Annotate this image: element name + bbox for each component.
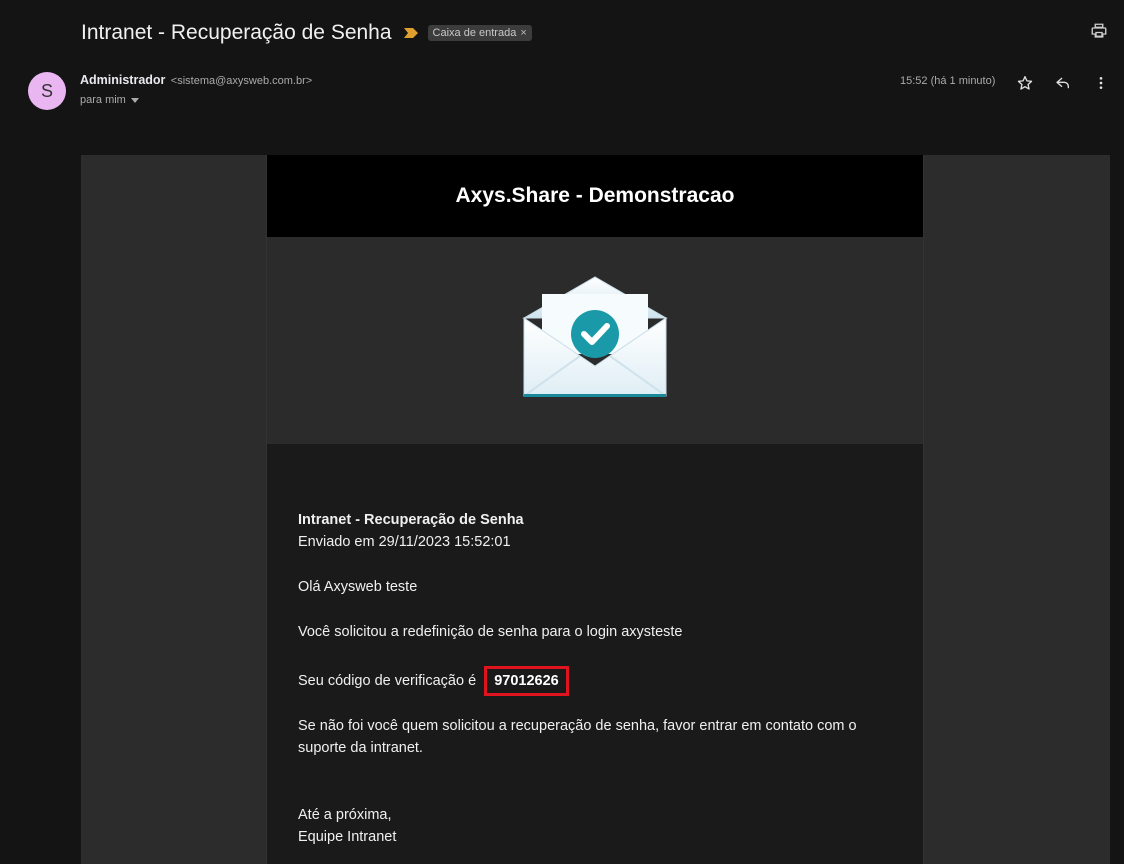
message-body-frame: Axys.Share - Demonstracao Intranet - Rec…: [81, 155, 1110, 864]
message-greeting: Olá Axysweb teste: [298, 579, 418, 595]
message-content: Axys.Share - Demonstracao Intranet - Rec…: [266, 155, 924, 864]
inbox-label-chip[interactable]: Caixa de entrada ×: [427, 25, 532, 41]
recipient-details-toggle[interactable]: para mim: [80, 94, 139, 106]
important-marker-icon[interactable]: [403, 28, 418, 38]
timestamp: 15:52 (há 1 minuto): [900, 75, 996, 87]
verification-line: Seu código de verificação é 97012626: [298, 666, 892, 696]
reply-button[interactable]: [1053, 73, 1073, 93]
star-button[interactable]: [1015, 73, 1035, 93]
print-button[interactable]: [1090, 22, 1110, 42]
more-options-button[interactable]: [1091, 73, 1111, 93]
remove-label-button[interactable]: ×: [520, 27, 526, 39]
chevron-down-icon: [130, 97, 139, 103]
message-title: Intranet - Recuperação de Senha: [298, 512, 524, 528]
message-text: Intranet - Recuperação de Senha Enviado …: [267, 444, 923, 848]
sender-name[interactable]: Administrador: [80, 73, 165, 87]
message-sent-date: Enviado em 29/11/2023 15:52:01: [298, 534, 511, 550]
message-header: Axys.Share - Demonstracao: [267, 155, 923, 237]
sender-email: <sistema@axysweb.com.br>: [170, 75, 313, 87]
verification-code: 97012626: [484, 666, 569, 696]
more-vert-icon: [1099, 77, 1103, 89]
inbox-label-text: Caixa de entrada: [432, 27, 517, 39]
subject-row: Intranet - Recuperação de Senha Caixa de…: [81, 19, 532, 47]
verification-label: Seu código de verificação é: [298, 673, 477, 689]
message-closing: Até a próxima,: [298, 807, 392, 823]
message-signature: Equipe Intranet: [298, 829, 397, 845]
message-header-title: Axys.Share - Demonstracao: [455, 184, 735, 207]
message-hero: [267, 237, 923, 444]
envelope-check-icon: [522, 276, 668, 397]
recipient-text: para mim: [80, 94, 126, 106]
email-subject: Intranet - Recuperação de Senha: [81, 21, 392, 44]
message-warning: Se não foi você quem solicitou a recuper…: [298, 718, 857, 756]
star-icon: [1017, 76, 1033, 90]
reply-icon: [1056, 77, 1069, 89]
print-icon: [1091, 23, 1107, 38]
sender-line: Administrador <sistema@axysweb.com.br>: [80, 73, 312, 87]
avatar[interactable]: S: [28, 72, 66, 110]
message-request: Você solicitou a redefinição de senha pa…: [298, 624, 683, 640]
